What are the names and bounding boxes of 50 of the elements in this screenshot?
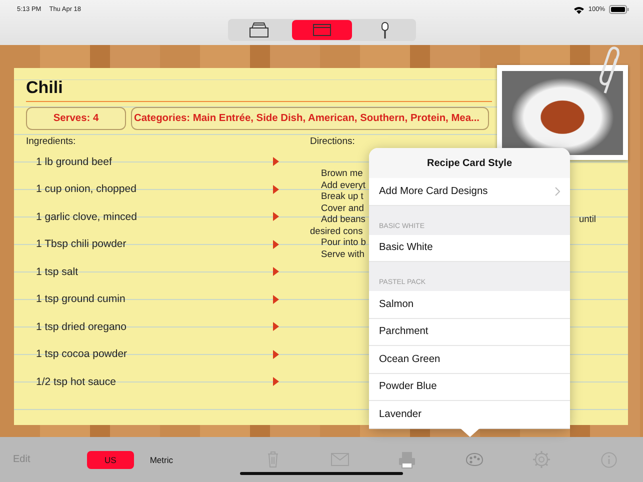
unit-tab[interactable]: US xyxy=(86,450,134,468)
printer-icon[interactable] xyxy=(398,450,416,468)
direction-text: desired cons xyxy=(310,226,363,237)
ingredient-text[interactable]: 1/2 tsp hot sauce xyxy=(36,376,116,388)
popover-arrow xyxy=(460,428,480,436)
unit-tab[interactable]: Metric xyxy=(138,450,185,468)
ingredient-text[interactable]: 1 tsp cocoa powder xyxy=(36,348,128,360)
disclosure-arrow-icon[interactable] xyxy=(273,294,279,304)
popover-title: Recipe Card Style xyxy=(369,148,570,178)
recipe-title: Chili xyxy=(26,74,492,102)
menu-item[interactable]: Ocean Green xyxy=(369,346,570,374)
battery-icon xyxy=(609,5,629,14)
disclosure-arrow-icon[interactable] xyxy=(273,350,279,359)
disclosure-arrow-icon[interactable] xyxy=(273,184,279,194)
menu-item[interactable]: Parchment xyxy=(369,318,570,346)
ingredients-label: Ingredients: xyxy=(26,136,77,148)
ingredient-text[interactable]: 1 lb ground beef xyxy=(36,156,112,168)
ingredient-text[interactable]: 1 tsp salt xyxy=(36,266,78,278)
direction-text: Brown me xyxy=(321,168,363,180)
microphone-icon xyxy=(380,22,388,38)
direction-text: Cover and xyxy=(321,202,364,214)
paperclip-icon xyxy=(599,46,621,94)
menu-item[interactable]: Add More Card Designs xyxy=(369,178,570,206)
menu-item[interactable]: Basic White xyxy=(369,234,570,262)
categories-button[interactable]: Categories: Main Entrée, Side Dish, American, Southern, Protein, Mea... xyxy=(131,107,489,130)
chevron-icon xyxy=(555,186,560,196)
disclosure-arrow-icon[interactable] xyxy=(273,377,279,386)
direction-text: until xyxy=(578,214,596,226)
disclosure-arrow-icon[interactable] xyxy=(273,322,279,332)
disclosure-arrow-icon[interactable] xyxy=(273,240,279,249)
ingredient-text[interactable]: 1 cup onion, chopped xyxy=(36,183,136,196)
ingredient-text[interactable]: 1 tsp dried oregano xyxy=(36,320,126,333)
direction-text: Serve with xyxy=(321,248,364,260)
menu-item[interactable]: Powder Blue xyxy=(369,374,570,401)
disclosure-arrow-icon[interactable] xyxy=(273,267,279,276)
wifi-icon xyxy=(574,6,584,14)
directions-label: Directions: xyxy=(310,136,356,148)
direction-text: Break up t xyxy=(321,191,364,202)
direction-text: Add everyt xyxy=(321,180,366,191)
ingredient-text[interactable]: 1 tsp ground cumin xyxy=(36,293,126,306)
direction-text: Pour into b xyxy=(321,237,366,248)
serves-button[interactable]: Serves: 4 xyxy=(26,107,126,130)
disclosure-arrow-icon[interactable] xyxy=(273,157,279,166)
card-icon xyxy=(312,24,330,36)
ingredient-text[interactable]: 1 garlic clove, minced xyxy=(36,210,137,223)
menu-item[interactable]: Salmon xyxy=(369,291,570,318)
card-box-icon xyxy=(248,22,268,38)
direction-text: Add beans xyxy=(321,214,366,226)
disclosure-arrow-icon[interactable] xyxy=(273,212,279,222)
ingredient-text[interactable]: 1 Tbsp chili powder xyxy=(36,238,126,250)
